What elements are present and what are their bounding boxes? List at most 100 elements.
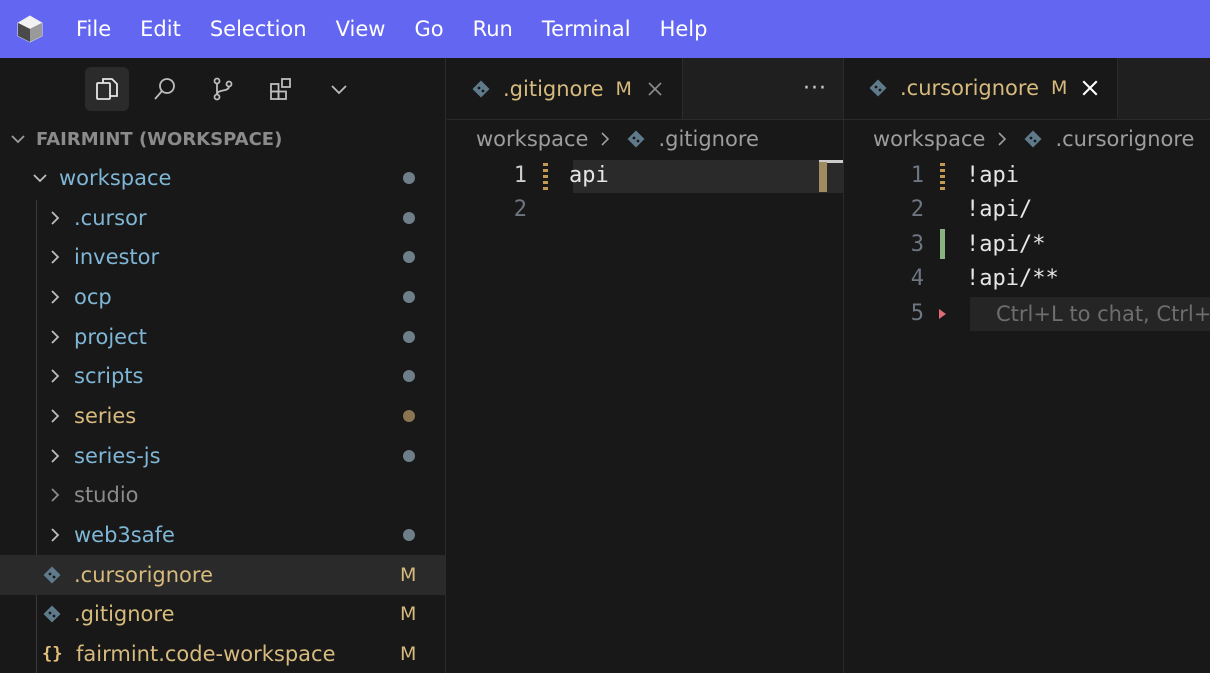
code-line: 1 api: [447, 158, 843, 193]
tab-label: .gitignore: [503, 76, 604, 101]
workspace-section-header[interactable]: FAIRMINT (WORKSPACE): [0, 120, 445, 158]
menu-help[interactable]: Help: [645, 0, 722, 58]
chevron-down-icon: [11, 135, 25, 144]
code-text: !api/: [966, 197, 1033, 223]
line-number: 4: [910, 266, 924, 292]
modified-badge: M: [400, 643, 417, 666]
status-dot: [403, 251, 415, 264]
section-title: FAIRMINT (WORKSPACE): [36, 128, 283, 150]
menu-file[interactable]: File: [60, 0, 126, 58]
search-tab[interactable]: [143, 67, 187, 111]
activity-tabs: [0, 58, 445, 120]
breadcrumb-file[interactable]: .gitignore: [658, 127, 759, 151]
git-file-icon: [472, 80, 490, 97]
close-tab-button[interactable]: [1081, 79, 1099, 97]
tree-folder-series-js[interactable]: series-js: [0, 436, 445, 476]
chevron-right-icon: [51, 528, 60, 542]
more-views-button[interactable]: [317, 67, 361, 111]
gutter-modified-marker: [543, 160, 548, 191]
code-line: 2: [447, 193, 843, 228]
gutter: [543, 195, 548, 225]
menu-terminal[interactable]: Terminal: [527, 0, 645, 58]
tree-folder-web3safe[interactable]: web3safe: [0, 515, 445, 555]
editor-tabbar: .gitignore M ···: [447, 58, 843, 120]
status-dot: [403, 449, 415, 462]
breadcrumb-folder[interactable]: workspace: [873, 127, 985, 151]
editor-tabbar: .cursorignore M: [844, 58, 1210, 120]
close-icon: [648, 81, 662, 96]
gutter-added-marker: [940, 229, 945, 260]
close-tab-button[interactable]: [646, 80, 664, 98]
git-file-icon: [869, 79, 887, 96]
tree-folder-ocp[interactable]: ocp: [0, 277, 445, 317]
chat-hint-placeholder[interactable]: Ctrl+L to chat, Ctrl+K to generate: [970, 297, 1210, 331]
chevron-right-icon: [51, 250, 60, 264]
menu-selection[interactable]: Selection: [195, 0, 321, 58]
tree-folder-investor[interactable]: investor: [0, 237, 445, 277]
tabbar-empty-space: [1118, 58, 1210, 119]
tree-item-label: investor: [74, 245, 160, 270]
editor-group-right: .cursorignore M workspace .cursorignore …: [843, 58, 1210, 673]
chevron-right-icon: [51, 290, 60, 304]
git-file-icon: [1024, 130, 1042, 148]
code-line: 3 !api/*: [844, 227, 1210, 262]
code-text: api: [569, 162, 609, 188]
modified-badge: M: [400, 563, 417, 586]
tree-folder-studio[interactable]: studio: [0, 476, 445, 516]
tree-file-code-workspace[interactable]: {} fairmint.code-workspace M: [0, 634, 445, 673]
gutter-deleted-marker: [939, 298, 946, 328]
extensions-tab[interactable]: [259, 67, 303, 111]
files-icon: [96, 78, 118, 100]
tree-file-cursorignore[interactable]: .cursorignore M: [0, 554, 445, 595]
tab-cursorignore[interactable]: .cursorignore M: [844, 58, 1119, 119]
chevron-right-icon: [51, 409, 60, 423]
tree-item-label: .gitignore: [74, 602, 175, 627]
tabbar-empty-space: [683, 58, 787, 119]
breadcrumb-folder[interactable]: workspace: [476, 127, 588, 151]
gutter-modified-marker: [940, 160, 945, 191]
tab-modified-badge: M: [615, 77, 632, 100]
cursor-logo-icon[interactable]: [0, 0, 60, 58]
menu-go[interactable]: Go: [400, 0, 458, 58]
tree-item-label: .cursor: [74, 205, 147, 230]
chevron-right-icon: [51, 329, 60, 344]
code-editor[interactable]: 1 !api 2 !api/ 3 !api/* 4 !api/** 5 Ctrl…: [844, 158, 1210, 331]
breadcrumb-file[interactable]: .cursorignore: [1055, 127, 1194, 151]
tree-folder-project[interactable]: project: [0, 317, 445, 357]
menu-edit[interactable]: Edit: [126, 0, 196, 58]
search-icon: [154, 78, 175, 100]
editor-group-left: .gitignore M ··· workspace .gitignore 1 …: [447, 58, 843, 673]
tab-gitignore[interactable]: .gitignore M: [447, 58, 683, 119]
current-line-highlight: [573, 160, 843, 193]
source-control-tab[interactable]: [201, 67, 245, 111]
tree-folder-cursor[interactable]: .cursor: [0, 198, 445, 238]
text-cursor: [819, 162, 827, 192]
more-actions-button[interactable]: ···: [787, 58, 843, 119]
tree-folder-workspace[interactable]: workspace: [0, 158, 445, 198]
status-dot: [403, 529, 415, 542]
tree-item-label: .cursorignore: [74, 562, 214, 587]
code-line: 4 !api/**: [844, 262, 1210, 297]
explorer-sidebar: FAIRMINT (WORKSPACE) workspace .cursor i…: [0, 58, 446, 673]
line-number: 5: [910, 300, 924, 326]
code-text: !api/*: [966, 231, 1046, 257]
tree-folder-scripts[interactable]: scripts: [0, 356, 445, 396]
close-icon: [1082, 80, 1098, 95]
status-dot: [403, 330, 415, 343]
status-dot: [403, 211, 415, 224]
menu-view[interactable]: View: [321, 0, 400, 58]
tree-file-gitignore[interactable]: .gitignore M: [0, 595, 445, 635]
tree-folder-series[interactable]: series: [0, 396, 445, 436]
chevron-down-icon: [331, 85, 347, 95]
menu-run[interactable]: Run: [458, 0, 527, 58]
git-file-icon: [42, 565, 62, 585]
tree-item-label: series-js: [74, 443, 161, 468]
source-control-icon: [213, 77, 233, 101]
gutter: [940, 264, 945, 294]
code-editor[interactable]: 1 api 2: [447, 158, 843, 227]
explorer-tab[interactable]: [85, 67, 129, 111]
modified-badge: M: [400, 603, 417, 626]
chevron-down-icon: [33, 174, 47, 183]
tree-item-label: web3safe: [74, 523, 175, 548]
tab-modified-badge: M: [1051, 76, 1068, 99]
